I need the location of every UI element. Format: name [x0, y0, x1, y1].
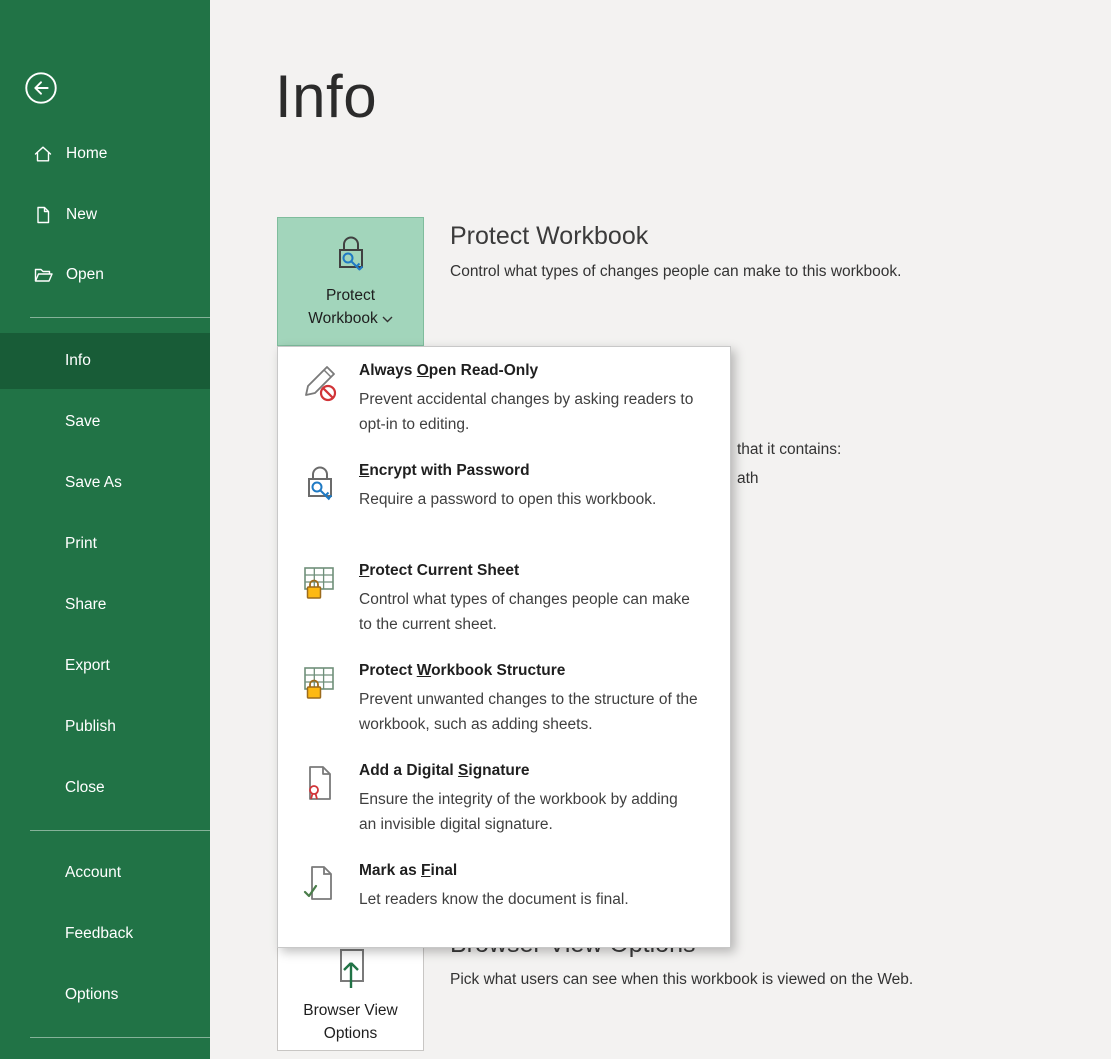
protect-workbook-dropdown-menu: Always Open Read-Only Prevent accidental… — [277, 346, 731, 948]
menu-item-description: Require a password to open this workbook… — [359, 487, 699, 512]
sidebar-item-label: Feedback — [65, 925, 133, 943]
menu-item-title: Encrypt with Password — [359, 457, 699, 483]
sidebar-item-label: New — [66, 206, 97, 224]
lock-key-icon — [300, 463, 340, 503]
home-icon — [33, 144, 53, 164]
sidebar-item-account[interactable]: Account — [0, 845, 210, 901]
final-doc-icon — [300, 863, 340, 903]
sidebar-item-options[interactable]: Options — [0, 967, 210, 1023]
menu-item-description: Prevent accidental changes by asking rea… — [359, 387, 699, 437]
menu-item-always-open-read-only[interactable]: Always Open Read-Only Prevent accidental… — [278, 347, 730, 447]
sidebar-item-info[interactable]: Info — [0, 333, 210, 389]
sidebar-item-label: Close — [65, 779, 105, 797]
menu-item-add-digital-signature[interactable]: Add a Digital Signature Ensure the integ… — [278, 747, 730, 847]
browser-view-options-description: Pick what users can see when this workbo… — [450, 971, 913, 989]
read-only-pencil-icon — [300, 363, 340, 403]
sidebar-item-label: Share — [65, 596, 106, 614]
sidebar-item-open[interactable]: Open — [0, 252, 210, 298]
sidebar-divider — [30, 830, 210, 831]
sidebar-divider — [30, 1037, 210, 1038]
browser-view-options-button-label: Browser View Options — [303, 999, 397, 1045]
menu-item-title: Mark as Final — [359, 857, 699, 883]
lock-key-icon — [329, 232, 373, 276]
sidebar-item-label: Account — [65, 864, 121, 882]
sidebar-item-close[interactable]: Close — [0, 760, 210, 816]
sidebar-item-feedback[interactable]: Feedback — [0, 906, 210, 962]
sidebar-item-export[interactable]: Export — [0, 638, 210, 694]
browser-view-options-button[interactable]: Browser View Options — [277, 932, 424, 1051]
protect-workbook-button-label: Protect Workbook — [308, 284, 393, 330]
menu-item-description: Let readers know the document is final. — [359, 887, 699, 912]
backstage-sidebar: Home New Open Info Save Save As Print S — [0, 0, 210, 1059]
sidebar-item-label: Publish — [65, 718, 116, 736]
chevron-down-icon — [382, 307, 393, 330]
open-folder-icon — [33, 265, 53, 285]
sidebar-item-publish[interactable]: Publish — [0, 699, 210, 755]
menu-item-description: Prevent unwanted changes to the structur… — [359, 687, 699, 737]
back-button[interactable] — [22, 69, 60, 107]
sidebar-item-new[interactable]: New — [0, 192, 210, 238]
page-title: Info — [275, 62, 377, 131]
menu-item-mark-as-final[interactable]: Mark as Final Let readers know the docum… — [278, 847, 730, 947]
sheet-lock-icon — [300, 563, 340, 603]
menu-item-encrypt-with-password[interactable]: Encrypt with Password Require a password… — [278, 447, 730, 547]
sidebar-item-label: Save As — [65, 474, 122, 492]
sidebar-item-home[interactable]: Home — [0, 131, 210, 177]
protect-workbook-heading: Protect Workbook — [450, 222, 648, 251]
sidebar-item-label: Export — [65, 657, 110, 675]
inspect-workbook-text-fragment: ath — [737, 470, 759, 488]
menu-item-description: Control what types of changes people can… — [359, 587, 699, 637]
browser-view-icon — [329, 947, 373, 991]
protect-workbook-description: Control what types of changes people can… — [450, 263, 901, 281]
back-arrow-icon — [22, 95, 60, 110]
sidebar-item-print[interactable]: Print — [0, 516, 210, 572]
signature-doc-icon — [300, 763, 340, 803]
sheet-lock-icon — [300, 663, 340, 703]
sidebar-item-save-as[interactable]: Save As — [0, 455, 210, 511]
sidebar-item-share[interactable]: Share — [0, 577, 210, 633]
menu-item-title: Add a Digital Signature — [359, 757, 699, 783]
menu-item-title: Always Open Read-Only — [359, 357, 699, 383]
sidebar-item-label: Print — [65, 535, 97, 553]
new-document-icon — [33, 205, 53, 225]
menu-item-title: Protect Workbook Structure — [359, 657, 699, 683]
menu-item-protect-current-sheet[interactable]: Protect Current Sheet Control what types… — [278, 547, 730, 647]
sidebar-item-label: Info — [65, 352, 91, 370]
sidebar-item-label: Open — [66, 266, 104, 284]
sidebar-item-label: Options — [65, 986, 118, 1004]
menu-item-description: Ensure the integrity of the workbook by … — [359, 787, 699, 837]
sidebar-item-label: Home — [66, 145, 107, 163]
sidebar-divider — [30, 317, 210, 318]
menu-item-title: Protect Current Sheet — [359, 557, 699, 583]
menu-item-protect-workbook-structure[interactable]: Protect Workbook Structure Prevent unwan… — [278, 647, 730, 747]
protect-workbook-button[interactable]: Protect Workbook — [277, 217, 424, 346]
inspect-workbook-text-fragment: that it contains: — [737, 441, 841, 459]
sidebar-item-save[interactable]: Save — [0, 394, 210, 450]
sidebar-item-label: Save — [65, 413, 100, 431]
